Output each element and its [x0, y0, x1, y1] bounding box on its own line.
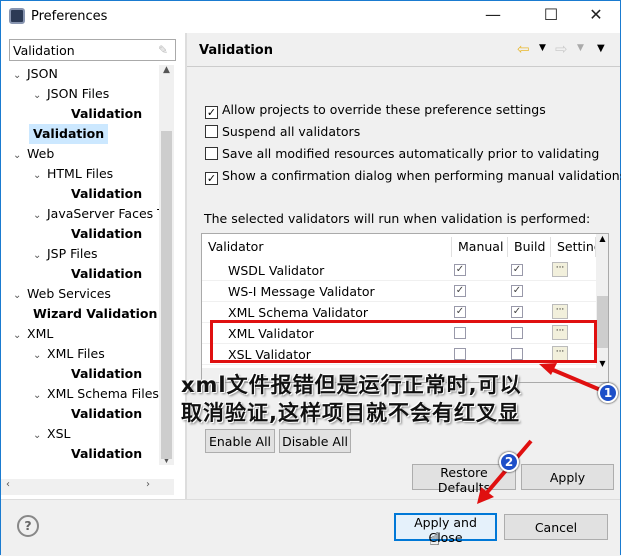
annotation-arrows — [477, 363, 604, 504]
annotation-line-2: 取消验证,这样项目就不会有红叉显 — [181, 401, 520, 425]
annotation-line-1: xml文件报错但是运行正常时,可以 — [181, 373, 522, 397]
annotation-badge-2: 2 — [499, 452, 519, 472]
annotation-arrow-1 — [545, 365, 604, 393]
annotation-text: xml文件报错但是运行正常时,可以 取消验证,这样项目就不会有红叉显 — [181, 371, 522, 427]
annotation-badge-1: 1 — [598, 383, 618, 403]
preferences-window: Preferences — ☐ ✕ ✎ ⌄JSON⌄JSON FilesVali… — [0, 0, 621, 555]
